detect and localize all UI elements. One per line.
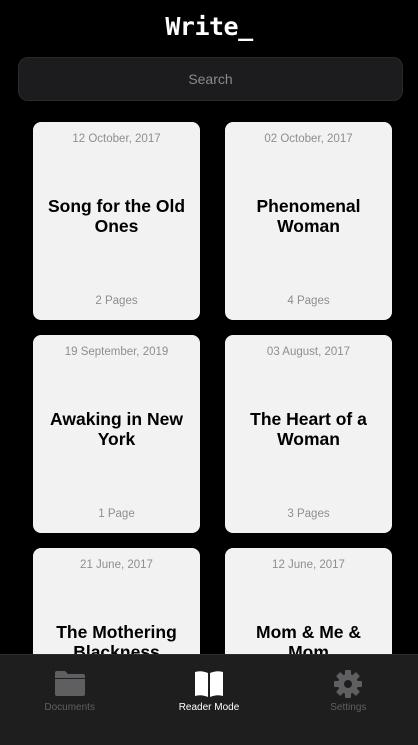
app-title: Write_ — [165, 12, 253, 41]
search-bar[interactable] — [18, 57, 403, 101]
document-date: 03 August, 2017 — [266, 346, 351, 358]
document-date: 19 September, 2019 — [64, 346, 169, 358]
document-card[interactable]: 03 August, 2017 The Heart of a Woman 3 P… — [225, 335, 392, 533]
document-page-count: 3 Pages — [287, 508, 330, 520]
document-page-count: 4 Pages — [287, 295, 330, 307]
gear-icon — [333, 669, 363, 704]
document-card[interactable]: 12 October, 2017 Song for the Old Ones 2… — [33, 122, 200, 320]
tab-settings-label: Settings — [330, 702, 367, 713]
tab-documents-label: Documents — [44, 702, 95, 713]
document-card[interactable]: 02 October, 2017 Phenomenal Woman 4 Page… — [225, 122, 392, 320]
search-input[interactable] — [19, 58, 402, 100]
document-page-count: 2 Pages — [95, 295, 138, 307]
book-icon — [193, 669, 225, 704]
document-title: Awaking in New York — [50, 409, 183, 449]
document-title: Phenomenal Woman — [256, 196, 361, 236]
document-date: 12 October, 2017 — [72, 133, 161, 145]
document-date: 12 June, 2017 — [272, 559, 345, 571]
tab-bar: Documents Reader Mode Settings — [0, 654, 418, 745]
document-card[interactable]: 19 September, 2019 Awaking in New York 1… — [33, 335, 200, 533]
document-date: 21 June, 2017 — [80, 559, 153, 571]
document-title: Song for the Old Ones — [47, 196, 186, 236]
folder-icon — [54, 669, 86, 702]
document-date: 02 October, 2017 — [264, 133, 353, 145]
document-page-count: 1 Page — [98, 508, 135, 520]
tab-reader-mode[interactable]: Reader Mode — [139, 655, 278, 745]
document-title: The Heart of a Woman — [250, 409, 367, 449]
tab-documents[interactable]: Documents — [0, 655, 139, 745]
document-grid: 12 October, 2017 Song for the Old Ones 2… — [33, 122, 393, 745]
tab-settings[interactable]: Settings — [279, 655, 418, 745]
tab-reader-mode-label: Reader Mode — [178, 702, 240, 713]
